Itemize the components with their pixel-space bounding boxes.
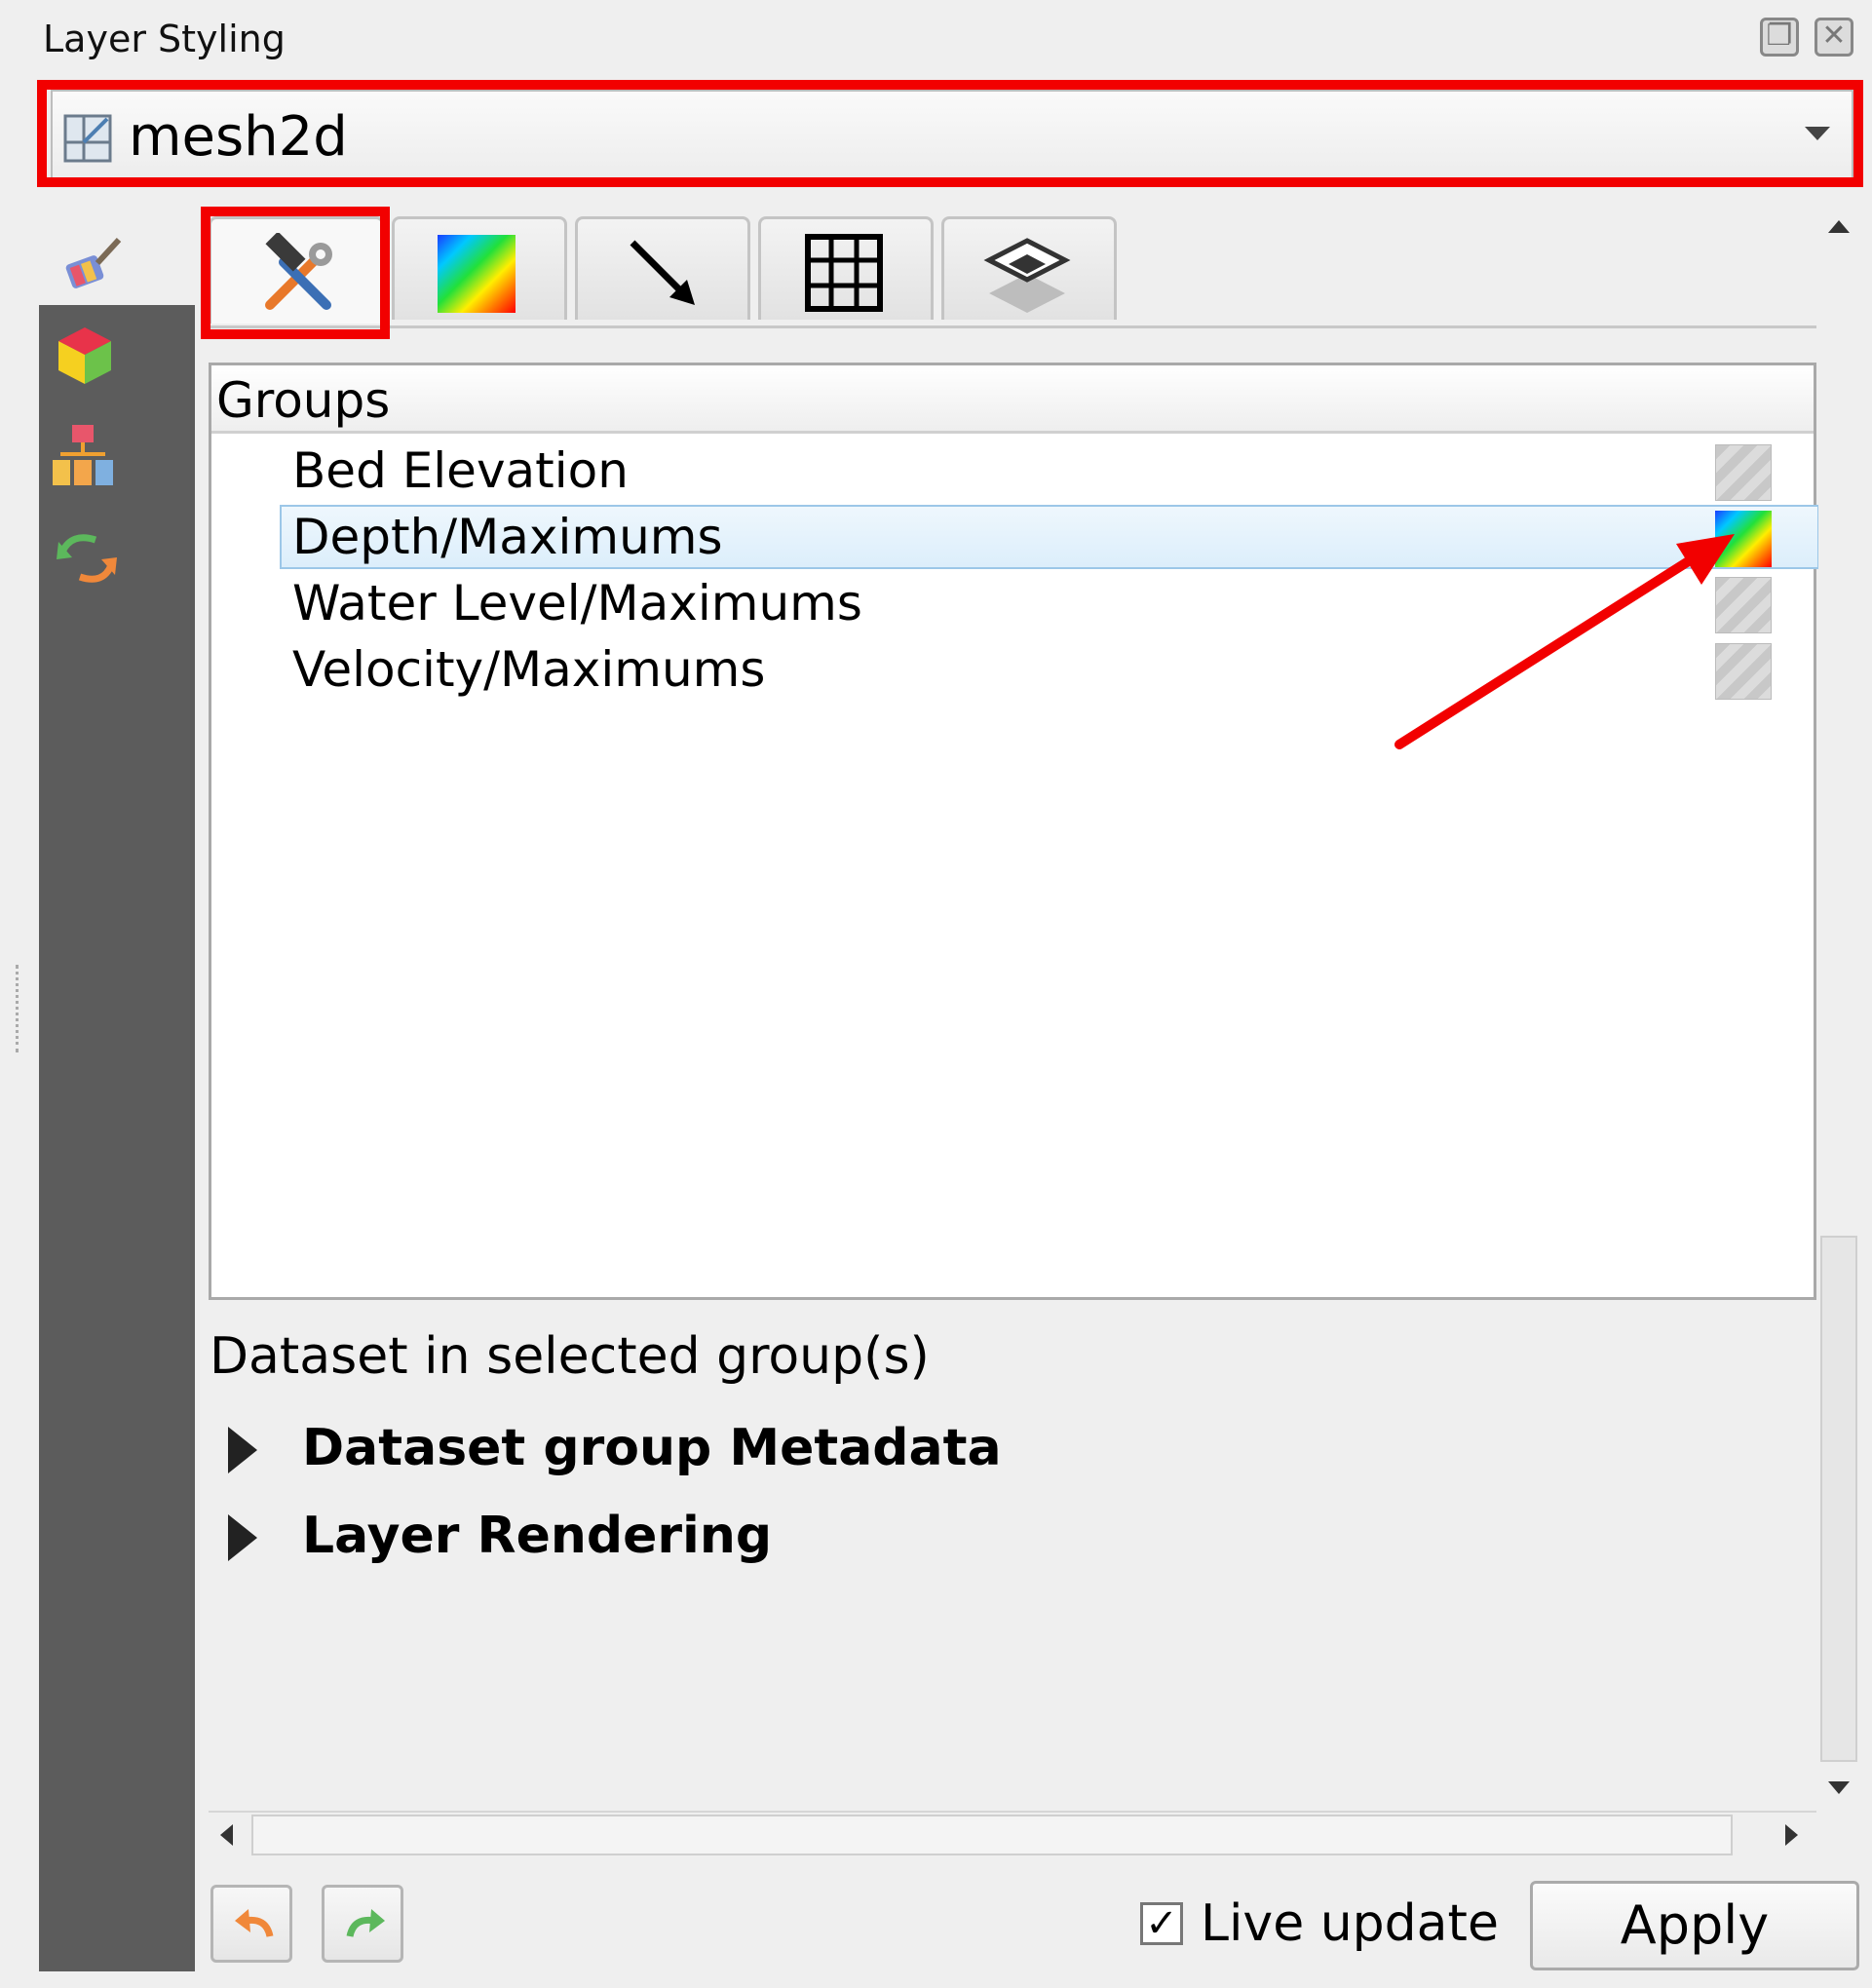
cube-icon[interactable]: [51, 322, 119, 394]
section-dataset-group-metadata[interactable]: Dataset group Metadata: [302, 1419, 1002, 1477]
dock-resize-grip[interactable]: [16, 965, 21, 1052]
tab-contours[interactable]: [392, 216, 567, 320]
tab-strip-baseline: [209, 325, 1816, 328]
undo-icon: [235, 1909, 274, 1937]
apply-button[interactable]: Apply: [1530, 1881, 1859, 1970]
tab-rendering[interactable]: [941, 216, 1117, 320]
highlight-box-layer-selector: [37, 80, 1863, 187]
scroll-right-icon[interactable]: [1785, 1824, 1798, 1846]
grid-icon: [805, 234, 883, 312]
scroll-left-icon[interactable]: [220, 1824, 233, 1846]
arrow-icon: [630, 240, 695, 305]
expand-rendering-icon[interactable]: [228, 1514, 257, 1561]
live-update-label: Live update: [1201, 1894, 1499, 1953]
layers-icon: [983, 238, 1071, 313]
scroll-down-icon[interactable]: [1828, 1781, 1850, 1794]
horizontal-scroll-thumb[interactable]: [251, 1815, 1733, 1855]
group-item-depth-maximums[interactable]: Depth/Maximums: [292, 509, 723, 565]
group-item-velocity-maximums[interactable]: Velocity/Maximums: [292, 641, 765, 698]
groups-tree[interactable]: [209, 363, 1816, 1300]
group-toggle-bed-elevation[interactable]: [1715, 444, 1772, 501]
section-layer-rendering[interactable]: Layer Rendering: [302, 1507, 772, 1565]
tab-vectors[interactable]: [575, 216, 750, 320]
highlight-box-datasets-tab: [201, 207, 390, 339]
expand-metadata-icon[interactable]: [228, 1427, 257, 1473]
tab-mesh-frame[interactable]: [758, 216, 934, 320]
paintbrush-icon[interactable]: [58, 230, 127, 302]
window-title: Layer Styling: [43, 18, 286, 60]
close-icon[interactable]: ✕: [1815, 18, 1853, 57]
group-item-water-level-maximums[interactable]: Water Level/Maximums: [292, 575, 862, 631]
scroll-up-icon[interactable]: [1828, 220, 1850, 233]
color-ramp-icon: [438, 235, 516, 313]
redo-button[interactable]: [322, 1885, 403, 1963]
group-item-bed-elevation[interactable]: Bed Elevation: [292, 442, 629, 499]
groups-header-label: Groups: [216, 372, 391, 429]
dataset-label: Dataset in selected group(s): [210, 1327, 930, 1386]
undo-redo-icon[interactable]: [53, 522, 121, 594]
hierarchy-icon[interactable]: [49, 421, 117, 493]
annotation-arrow: [1394, 534, 1735, 749]
restore-icon[interactable]: ❐: [1760, 18, 1799, 57]
groups-header[interactable]: [211, 365, 1814, 434]
vertical-scroll-thumb[interactable]: [1820, 1236, 1857, 1762]
redo-icon: [346, 1909, 385, 1937]
live-update-checkbox[interactable]: ✓: [1140, 1902, 1183, 1945]
undo-button[interactable]: [210, 1885, 292, 1963]
